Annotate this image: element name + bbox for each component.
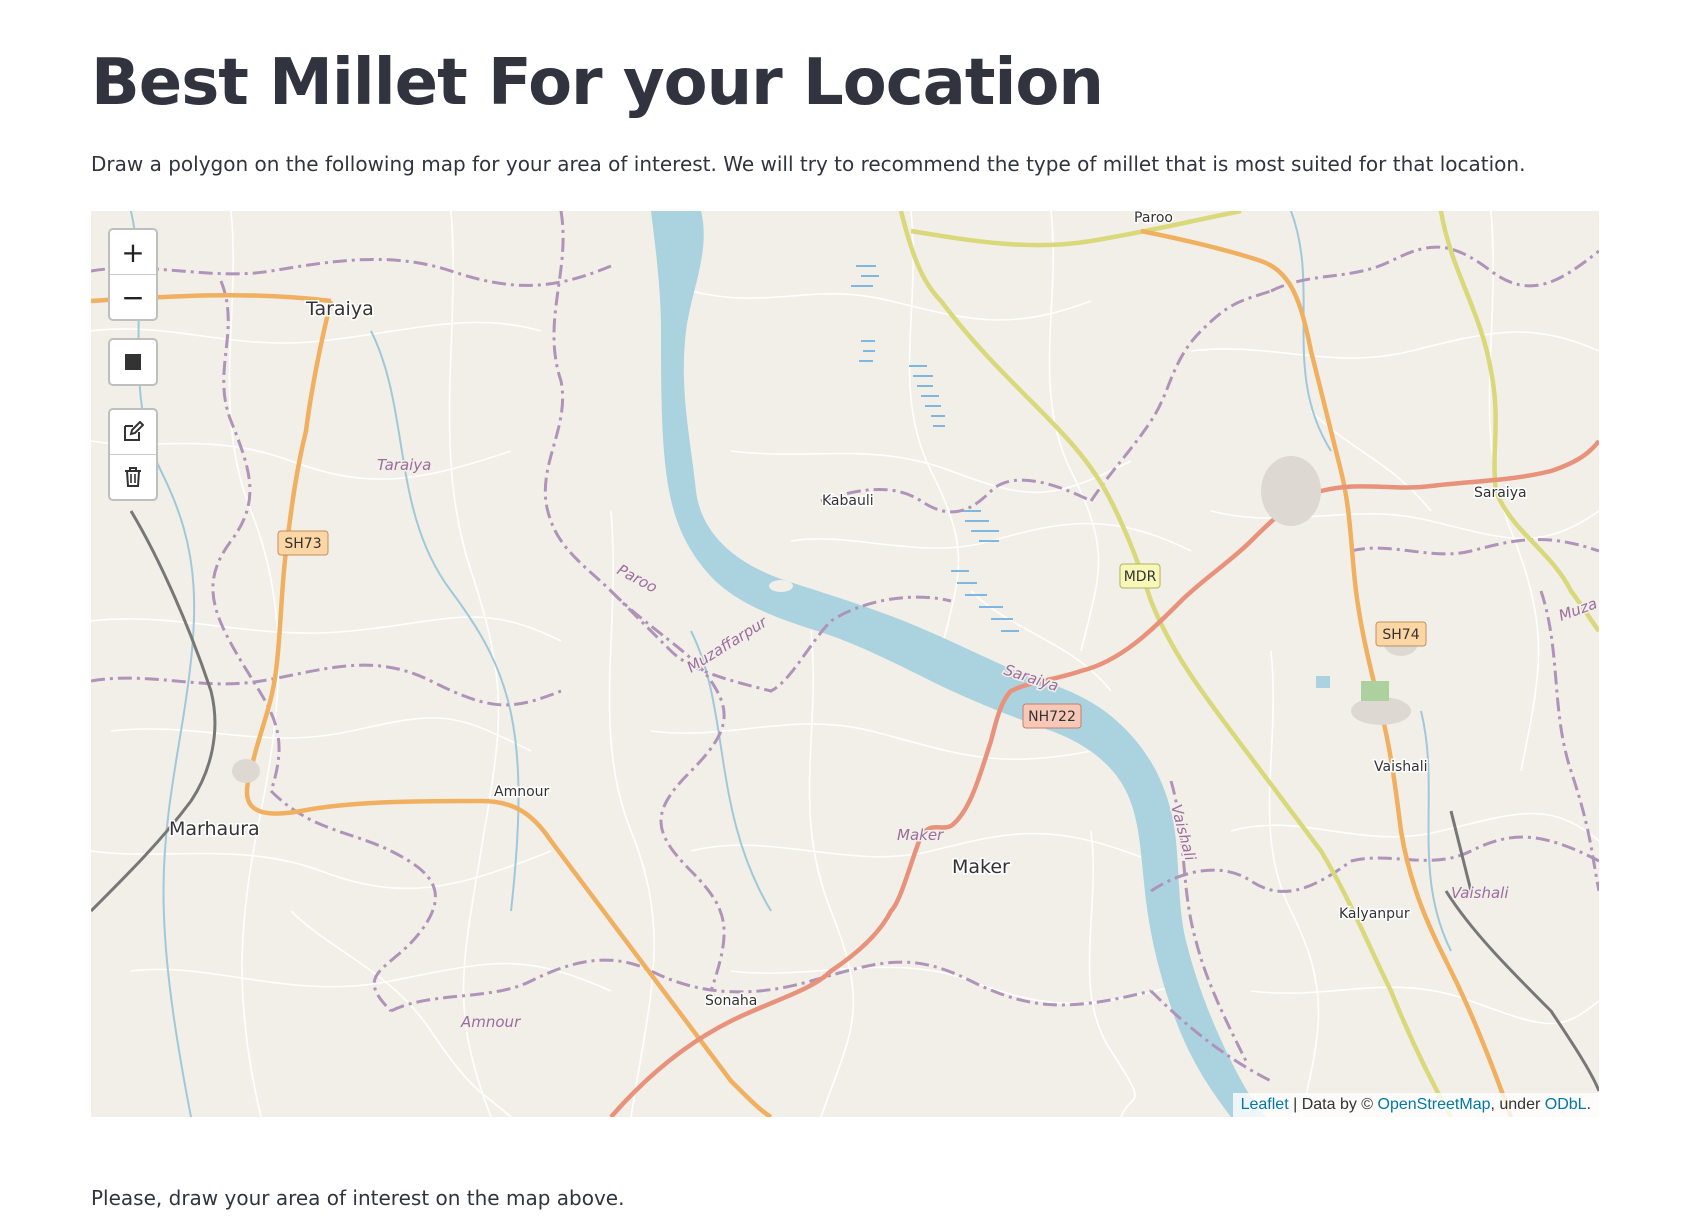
place-amnour: Amnour bbox=[494, 784, 550, 800]
shield-mdr: MDR bbox=[1119, 563, 1161, 589]
edit-toolbar bbox=[108, 408, 158, 501]
place-kabauli: Kabauli bbox=[822, 493, 874, 509]
shield-nh722: NH722 bbox=[1022, 703, 1082, 729]
shield-sh73: SH73 bbox=[277, 530, 329, 556]
place-vaishali: Vaishali bbox=[1374, 759, 1427, 775]
shield-sh74: SH74 bbox=[1375, 621, 1427, 647]
zoom-control: + − bbox=[108, 228, 158, 321]
edit-layers-button[interactable] bbox=[110, 410, 156, 454]
railway bbox=[91, 510, 1599, 1092]
draw-toolbar bbox=[108, 338, 158, 386]
admin-label-amnour: Amnour bbox=[460, 1013, 521, 1031]
river bbox=[651, 211, 1266, 1117]
zoom-in-button[interactable]: + bbox=[110, 230, 156, 274]
pond bbox=[1316, 676, 1330, 688]
intro-text: Draw a polygon on the following map for … bbox=[91, 152, 1526, 176]
park-area bbox=[1361, 681, 1389, 701]
square-icon bbox=[125, 354, 141, 370]
delete-layers-button[interactable] bbox=[110, 454, 156, 499]
trash-icon bbox=[125, 467, 141, 487]
admin-label-taraiya: Taraiya bbox=[377, 456, 431, 474]
place-taraiya: Taraiya bbox=[305, 298, 374, 320]
edit-icon bbox=[124, 421, 144, 441]
state-highways bbox=[91, 228, 1514, 1117]
place-paroo: Paroo bbox=[1134, 211, 1173, 226]
zoom-out-button[interactable]: − bbox=[110, 274, 156, 319]
draw-rectangle-button[interactable] bbox=[110, 340, 156, 384]
river-island bbox=[769, 580, 793, 592]
attribution-sep: | Data by © bbox=[1288, 1096, 1378, 1113]
page-title: Best Millet For your Location bbox=[91, 46, 1104, 120]
svg-text:SH73: SH73 bbox=[284, 536, 321, 552]
map-attribution: Leaflet | Data by © OpenStreetMap, under… bbox=[1232, 1093, 1599, 1117]
trunk-roads bbox=[609, 439, 1599, 1117]
admin-label-vaishali: Vaishali bbox=[1451, 884, 1509, 902]
place-marhaura: Marhaura bbox=[169, 818, 260, 840]
admin-label-maker: Maker bbox=[897, 826, 944, 844]
wetland-marks bbox=[851, 265, 1019, 632]
place-saraiya: Saraiya bbox=[1474, 485, 1527, 501]
minor-roads bbox=[91, 211, 1599, 1117]
map[interactable]: Paroo Taraiya Kabauli Saraiya Marhaura A… bbox=[91, 211, 1599, 1117]
place-maker: Maker bbox=[952, 856, 1010, 878]
streams bbox=[130, 211, 1452, 1117]
osm-link[interactable]: OpenStreetMap bbox=[1378, 1096, 1491, 1113]
svg-text:MDR: MDR bbox=[1124, 569, 1157, 585]
place-sonaha: Sonaha bbox=[705, 993, 757, 1009]
attribution-under: , under bbox=[1490, 1096, 1545, 1113]
admin-label-paroo: Paroo bbox=[614, 561, 660, 597]
svg-text:NH722: NH722 bbox=[1028, 709, 1076, 725]
attribution-end: . bbox=[1586, 1096, 1591, 1113]
svg-text:SH74: SH74 bbox=[1382, 627, 1419, 643]
map-tiles[interactable]: Paroo Taraiya Kabauli Saraiya Marhaura A… bbox=[91, 211, 1599, 1117]
odbl-link[interactable]: ODbL bbox=[1545, 1096, 1587, 1113]
place-kalyanpur: Kalyanpur bbox=[1339, 906, 1410, 922]
instruction-note: Please, draw your area of interest on th… bbox=[91, 1186, 625, 1210]
leaflet-link[interactable]: Leaflet bbox=[1241, 1096, 1289, 1113]
